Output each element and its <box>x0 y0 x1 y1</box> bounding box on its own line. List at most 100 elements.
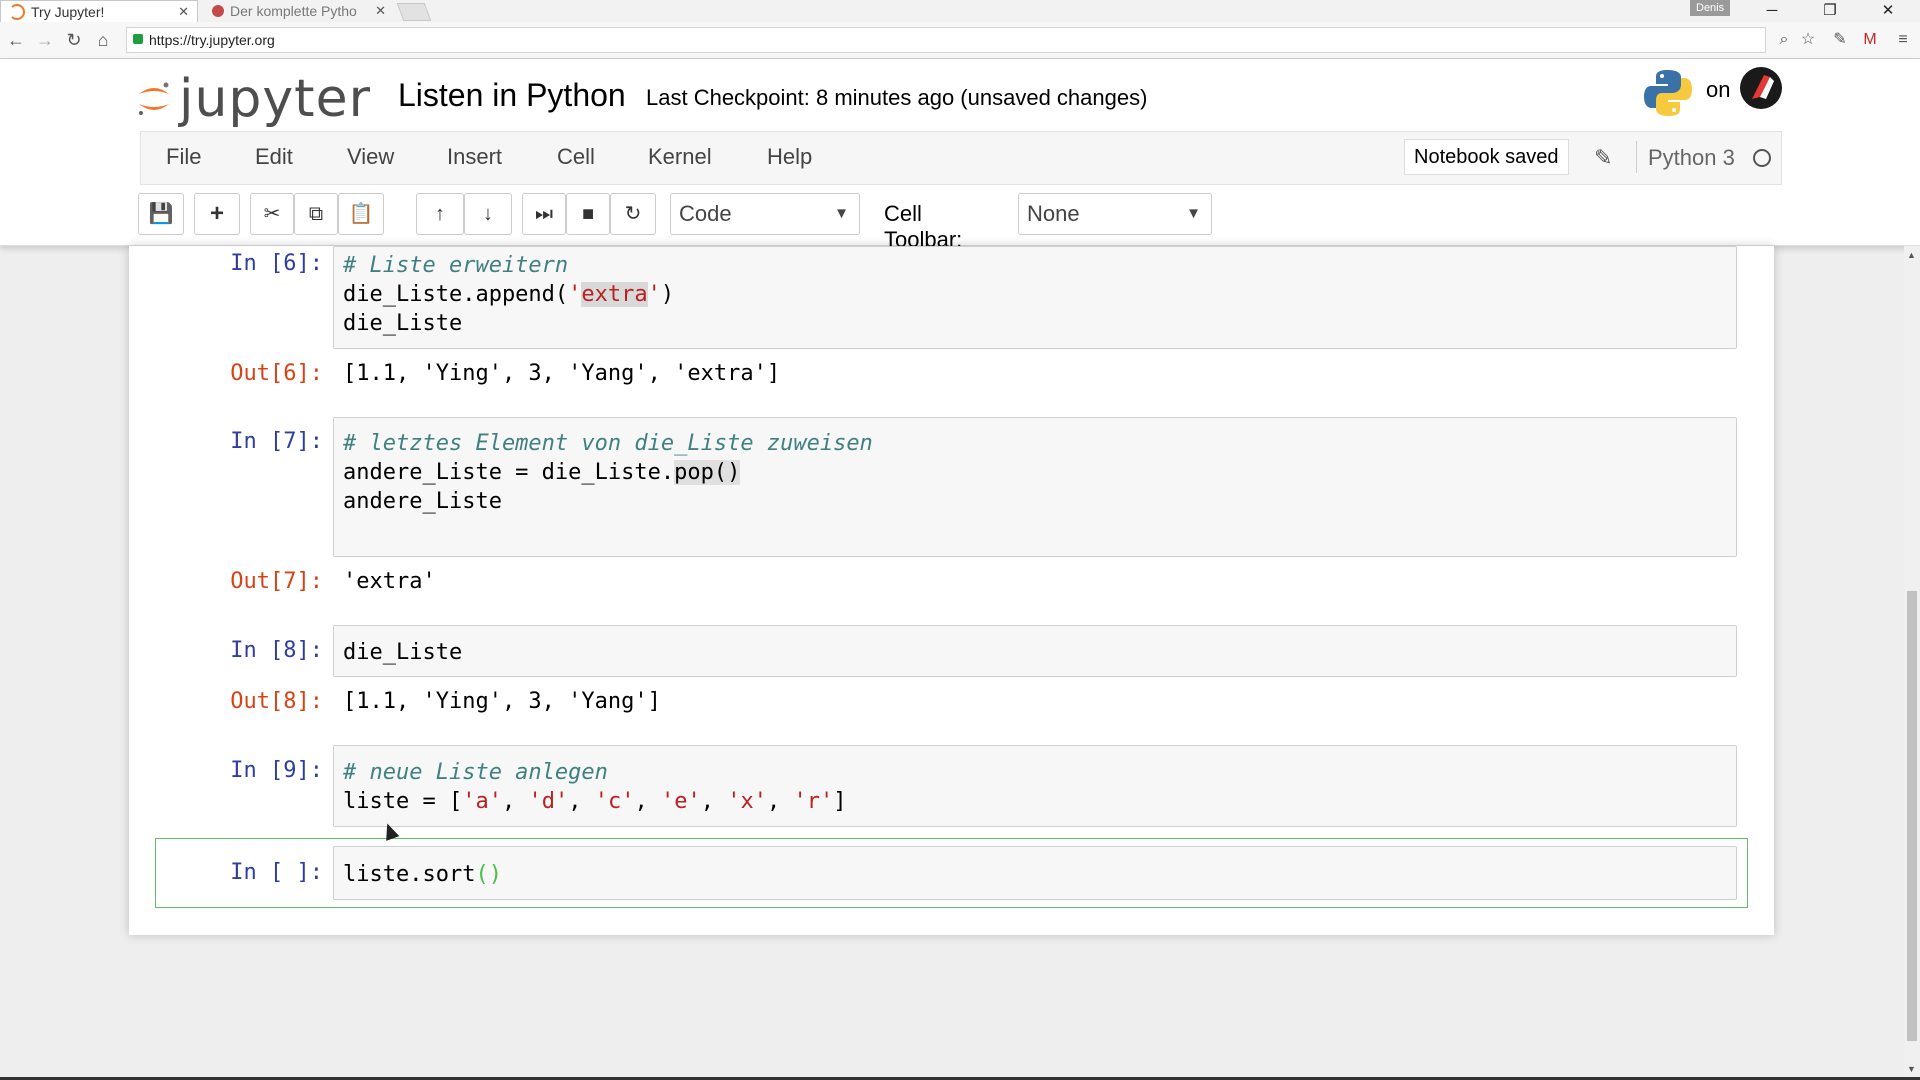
cell-type-value: Code <box>679 201 732 226</box>
bookmark-star-icon[interactable]: ☆ <box>1797 29 1819 51</box>
new-tab-button[interactable] <box>396 3 432 21</box>
url-text: https://try.jupyter.org <box>149 32 275 48</box>
python-logo-icon <box>1644 70 1692 116</box>
jupyter-favicon-icon <box>9 3 25 20</box>
run-cell-button[interactable]: ⏭ <box>522 193 566 235</box>
url-field[interactable]: https://try.jupyter.org <box>126 27 1766 53</box>
code-text: die_Liste <box>343 311 463 336</box>
gmail-icon[interactable]: M <box>1859 29 1881 51</box>
code-text: , <box>766 789 794 814</box>
scissors-icon: ✂ <box>263 203 281 225</box>
paste-icon: 📋 <box>348 203 374 225</box>
code-text: ) <box>660 282 675 307</box>
kernel-separator <box>1636 141 1637 173</box>
browser-tab-python-course[interactable]: Der komplette Pytho ✕ <box>204 0 394 22</box>
interrupt-kernel-button[interactable]: ■ <box>566 193 610 235</box>
input-prompt: In [ ]: <box>230 860 323 885</box>
code-cell-text: # Liste erweitern die_Liste.append( 'extr… <box>343 251 674 338</box>
dropdown-arrow-icon: ▼ <box>1186 205 1201 222</box>
browser-tab-try-jupyter[interactable]: Try Jupyter! ✕ <box>0 0 198 22</box>
extension-icon[interactable]: ✎ <box>1829 29 1851 51</box>
input-prompt: In [7]: <box>230 429 323 454</box>
cut-button[interactable]: ✂ <box>250 193 294 235</box>
output-prompt: Out[6]: <box>230 361 323 386</box>
move-up-button[interactable]: ↑ <box>416 193 464 235</box>
code-string-quote: ' <box>647 282 661 307</box>
logo-text: jupyter <box>179 69 371 129</box>
input-prompt: In [6]: <box>230 251 323 276</box>
cell-type-select[interactable]: Code ▼ <box>670 193 860 235</box>
reload-icon[interactable]: ↻ <box>63 29 85 51</box>
code-cell-text: # letztes Element von die_Liste zuweisen… <box>343 429 873 516</box>
rackspace-logo-icon <box>1740 67 1782 109</box>
close-tab-icon[interactable]: ✕ <box>375 3 386 19</box>
menu-view[interactable]: View <box>347 144 394 170</box>
close-window-icon[interactable]: ✕ <box>1868 0 1908 22</box>
arrow-down-icon: ↓ <box>483 203 493 225</box>
code-text: die_Liste.append( <box>343 282 569 307</box>
menu-cell[interactable]: Cell <box>557 144 595 170</box>
paste-button[interactable]: 📋 <box>338 193 384 235</box>
arrow-up-icon: ↑ <box>435 203 445 225</box>
code-cell-input[interactable] <box>333 846 1737 900</box>
lock-icon <box>133 34 143 44</box>
menu-file[interactable]: File <box>166 144 201 170</box>
scrollbar-thumb[interactable] <box>1907 591 1917 1041</box>
menu-edit[interactable]: Edit <box>255 144 293 170</box>
code-text: liste = [ <box>343 789 463 814</box>
restore-icon[interactable]: ❐ <box>1810 0 1850 22</box>
step-forward-icon: ⏭ <box>535 203 553 225</box>
input-prompt: In [8]: <box>230 638 323 663</box>
matched-brackets: () <box>475 862 502 887</box>
zoom-icon[interactable]: ⌕ <box>1773 29 1795 51</box>
menu-insert[interactable]: Insert <box>447 144 502 170</box>
output-prompt: Out[7]: <box>230 569 323 594</box>
cell-output: [1.1, 'Ying', 3, 'Yang'] <box>343 689 661 714</box>
code-comment: # Liste erweitern <box>343 253 569 278</box>
insert-cell-button[interactable]: + <box>194 193 240 235</box>
code-string: extra <box>581 282 648 307</box>
forward-icon[interactable]: → <box>34 29 56 51</box>
stop-icon: ■ <box>581 203 595 225</box>
code-text: andere_Liste <box>343 489 502 514</box>
vertical-scrollbar[interactable]: ▲ ▼ <box>1904 246 1920 1080</box>
close-tab-icon[interactable]: ✕ <box>178 4 189 20</box>
save-button[interactable]: 💾 <box>138 193 184 235</box>
scroll-up-icon[interactable]: ▲ <box>1907 250 1916 260</box>
code-text: andere_Liste = die_Liste. <box>343 460 675 485</box>
code-text: ] <box>833 789 847 814</box>
code-cell-text: die_Liste <box>343 638 462 667</box>
jupyter-logo[interactable]: jupyter <box>135 69 371 129</box>
checkpoint-status: Last Checkpoint: 8 minutes ago (unsaved … <box>646 85 1148 110</box>
tab-title: Try Jupyter! <box>31 3 105 20</box>
code-text: , <box>634 789 661 814</box>
tab-title: Der komplette Pytho <box>230 3 357 19</box>
menu-kernel[interactable]: Kernel <box>648 144 712 170</box>
browser-menu-icon[interactable]: ≡ <box>1892 29 1914 51</box>
save-icon: 💾 <box>148 203 174 225</box>
copy-icon: ⧉ <box>308 203 324 225</box>
restart-kernel-button[interactable]: ↻ <box>610 193 656 235</box>
back-icon[interactable]: ← <box>5 29 27 51</box>
code-comment: # neue Liste anlegen <box>343 760 608 785</box>
profile-badge[interactable]: Denis <box>1690 0 1731 16</box>
output-prompt: Out[8]: <box>230 689 323 714</box>
code-string: 'd' <box>528 789 569 814</box>
code-cell-text: # neue Liste anlegen liste = ['a', 'd', … <box>343 758 846 816</box>
minimize-icon[interactable]: ─ <box>1752 0 1792 22</box>
jupyter-header: jupyter Listen in Python Last Checkpoint… <box>0 59 1920 252</box>
site-favicon-icon <box>212 5 224 17</box>
notebook-title[interactable]: Listen in Python <box>398 77 626 114</box>
cell-toolbar-select[interactable]: None ▼ <box>1018 193 1212 235</box>
copy-button[interactable]: ⧉ <box>294 193 338 235</box>
code-cell-text: liste.sort() <box>343 860 502 889</box>
code-cell-input[interactable] <box>333 625 1737 677</box>
cell-toolbar-value: None <box>1027 201 1080 226</box>
code-text: liste.sort <box>343 862 476 887</box>
menu-help[interactable]: Help <box>767 144 812 170</box>
scroll-down-icon[interactable]: ▼ <box>1907 1064 1916 1074</box>
move-down-button[interactable]: ↓ <box>464 193 512 235</box>
home-icon[interactable]: ⌂ <box>92 29 114 51</box>
code-text: , <box>501 789 529 814</box>
code-string: 'e' <box>660 789 701 814</box>
